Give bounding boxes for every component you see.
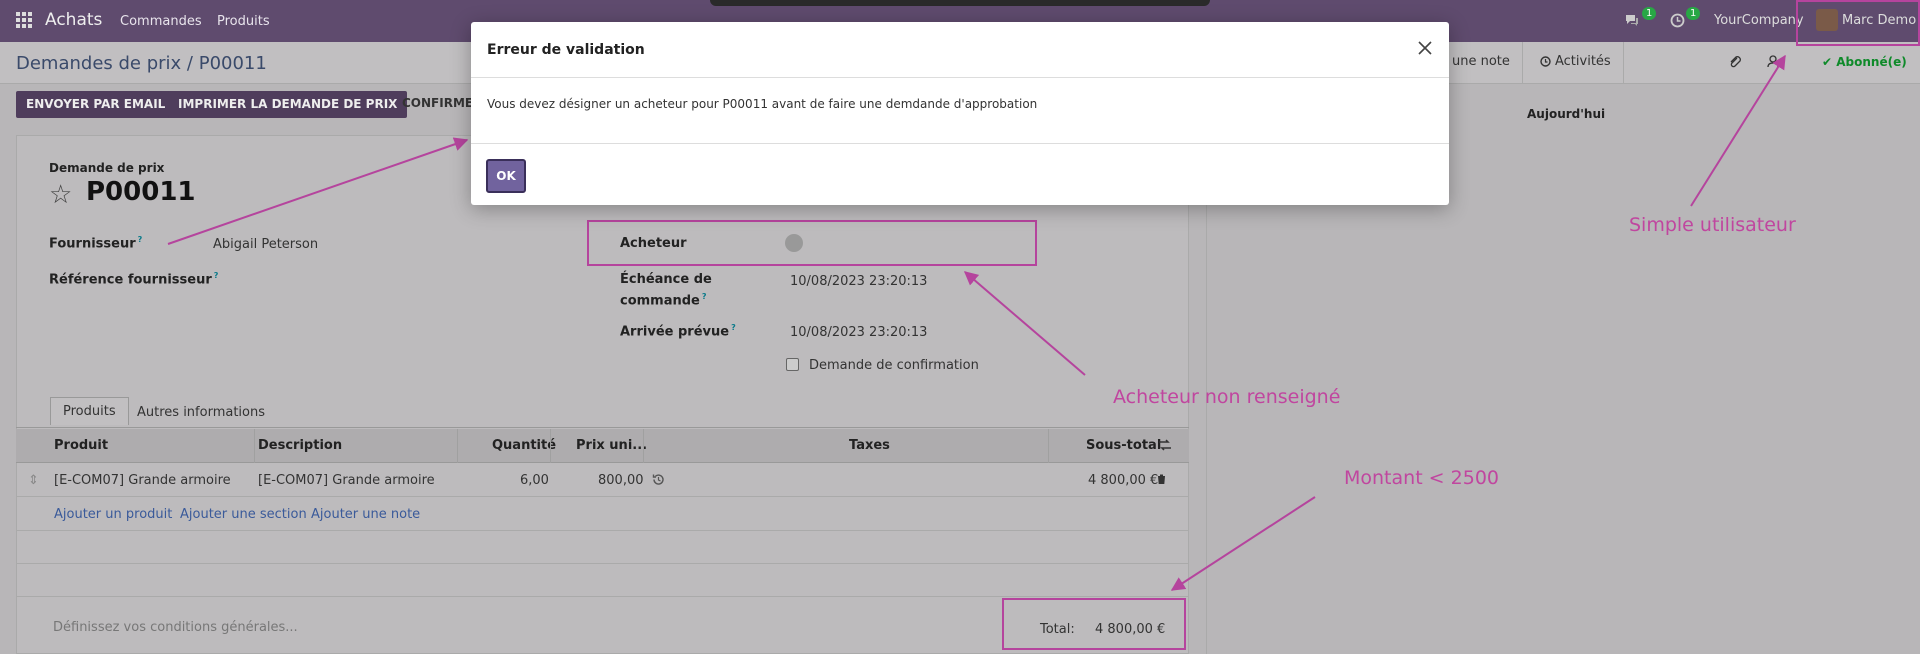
validation-error-dialog: Erreur de validation Vous devez désigner… bbox=[471, 22, 1449, 205]
arrow-to-buyer bbox=[963, 271, 1086, 376]
arrow-to-total bbox=[1170, 496, 1316, 591]
dialog-footer bbox=[471, 143, 1449, 205]
arrow-to-modal bbox=[167, 137, 469, 245]
ok-button[interactable]: OK bbox=[486, 159, 526, 193]
arrow-to-user bbox=[1690, 54, 1786, 207]
close-icon[interactable] bbox=[1413, 36, 1437, 60]
dialog-title: Erreur de validation bbox=[487, 42, 645, 58]
dialog-message: Vous devez désigner un acheteur pour P00… bbox=[487, 97, 1038, 111]
dialog-header: Erreur de validation bbox=[471, 22, 1449, 78]
